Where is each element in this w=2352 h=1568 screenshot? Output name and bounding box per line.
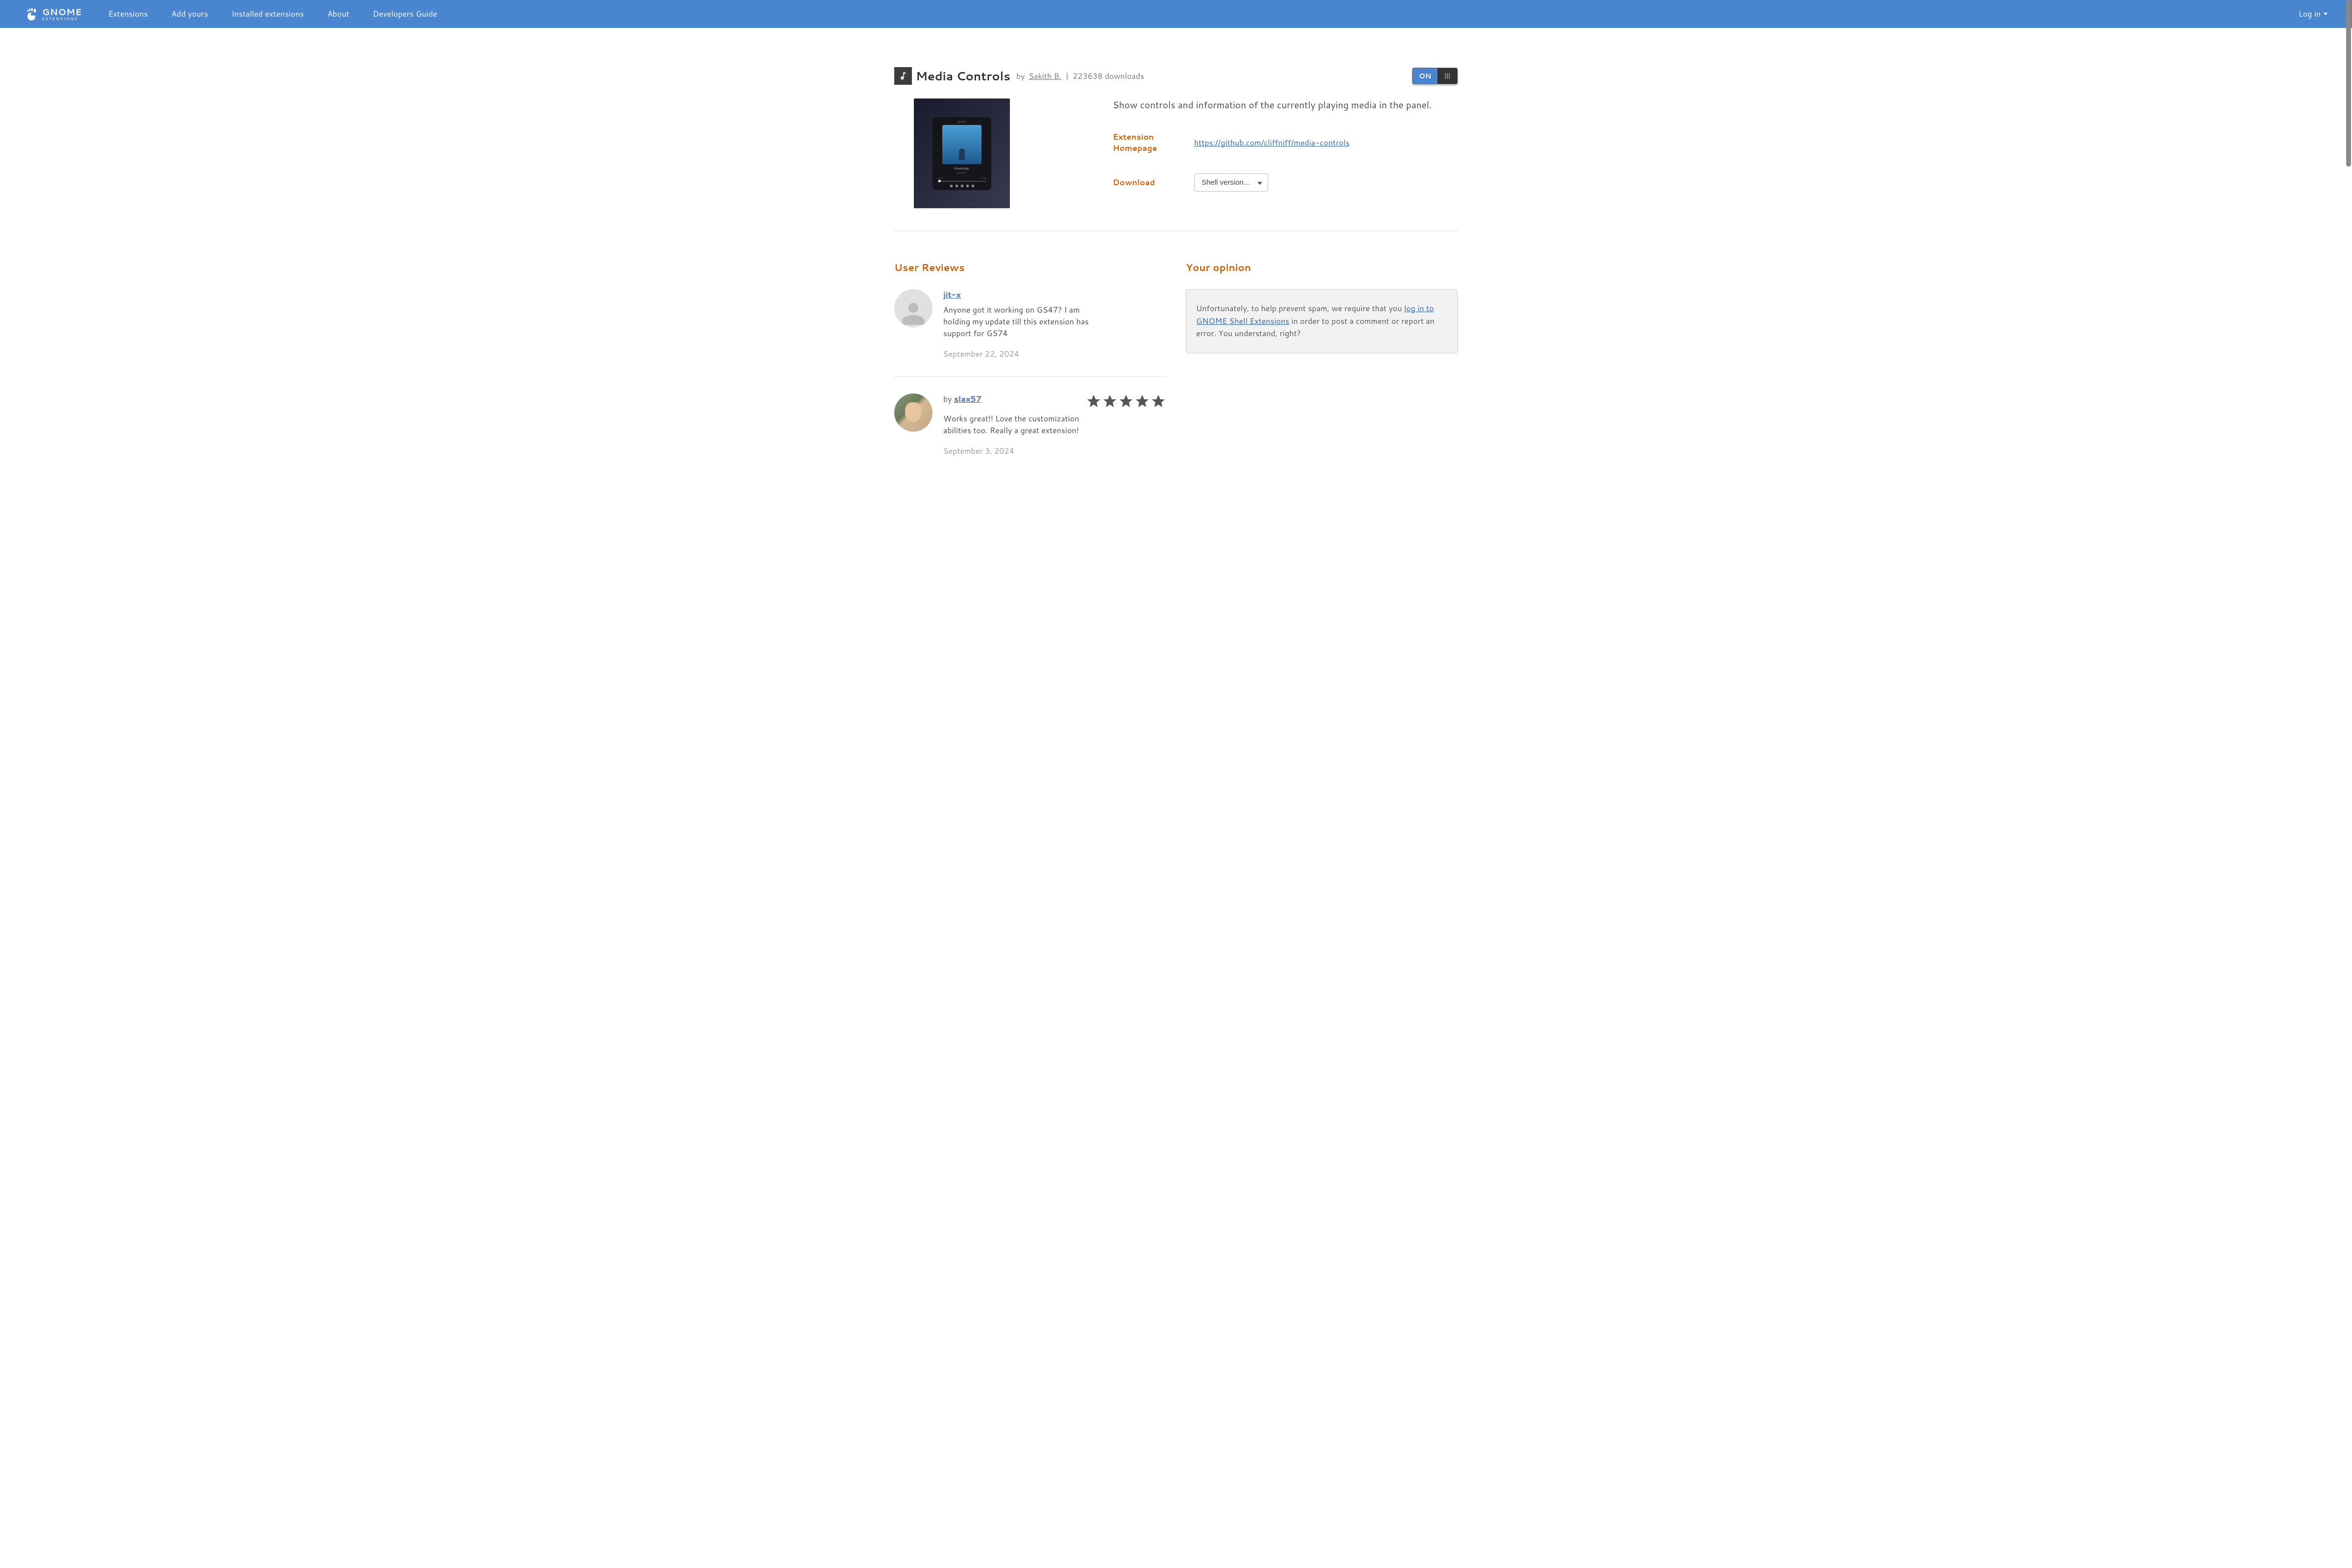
login-notice: Unfortunately, to help prevent spam, we … [1186,289,1458,353]
separator: | [1065,71,1069,82]
review-date: September 3, 2024 [943,445,1166,457]
extension-author-link[interactable]: Sakith B. [1029,71,1062,82]
star-rating [1086,393,1166,409]
review-date: September 22, 2024 [943,348,1166,360]
review-username-link[interactable]: slax57 [954,393,981,405]
extension-screenshot[interactable]: Spotify Insomnia. ghxsted. 00:0701:46 [914,98,1010,208]
gnome-logo[interactable]: GNOME EXTENSIONS [24,7,82,21]
shell-version-select[interactable]: Shell version… [1194,173,1268,192]
album-art [942,125,981,164]
your-opinion-heading: Your opinion [1186,261,1458,274]
extension-icon [894,67,912,85]
nav-extensions[interactable]: Extensions [97,8,160,20]
download-label: Download [1113,177,1194,188]
star-icon [1102,393,1118,409]
login-link[interactable]: Log in [2299,8,2328,20]
navbar: GNOME EXTENSIONS Extensions Add yours In… [0,0,2352,28]
nav-about[interactable]: About [316,8,361,20]
review-item: jit-x Anyone got it working on GS47? I a… [894,289,1166,376]
scrollbar[interactable] [2345,0,2352,1568]
nav-installed[interactable]: Installed extensions [220,8,316,20]
star-icon [1118,393,1134,409]
toggle-on-label: ON [1413,68,1438,84]
extension-header: Media Controls by Sakith B. | 223638 dow… [894,67,1458,85]
star-icon [1151,393,1166,409]
nav-add-yours[interactable]: Add yours [160,8,220,20]
navbar-nav: Extensions Add yours Installed extension… [97,8,2299,20]
review-text: Anyone got it working on GS47? I am hold… [943,304,1105,340]
star-icon [1086,393,1102,409]
avatar [894,393,932,432]
extension-toggle[interactable]: ON [1412,68,1458,84]
star-icon [1134,393,1150,409]
review-item: by slax57 Works great!! Love the customi… [894,376,1166,473]
extension-description: Show controls and information of the cur… [1113,98,1458,112]
homepage-label: Extension Homepage [1113,131,1194,154]
gnome-foot-icon [24,7,38,21]
review-text: Works great!! Love the customization abi… [943,413,1105,437]
toggle-handle-icon [1438,68,1457,84]
review-username-link[interactable]: jit-x [943,289,961,300]
nav-developers-guide[interactable]: Developers Guide [361,8,449,20]
user-reviews-heading: User Reviews [894,261,1166,274]
download-count: 223638 downloads [1073,71,1144,82]
extension-title: Media Controls [916,68,1010,84]
by-prefix: by [943,393,954,405]
avatar [894,289,932,327]
music-note-icon [898,71,908,81]
logo-title: GNOME [42,7,82,16]
homepage-link[interactable]: https://github.com/cliffniff/media-contr… [1194,137,1349,148]
scrollbar-thumb[interactable] [2346,0,2351,167]
logo-subtitle: EXTENSIONS [42,17,82,21]
user-placeholder-icon [899,298,928,327]
by-label: by [1016,71,1025,82]
caret-down-icon [2324,13,2328,15]
